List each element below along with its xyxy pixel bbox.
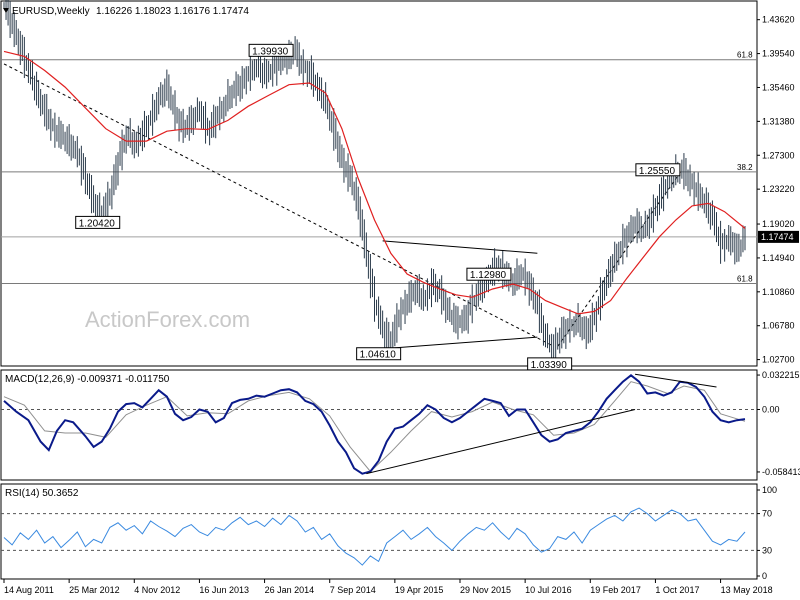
price-axis-label: 1.06780	[762, 321, 795, 331]
price-axis-label: 1.14940	[762, 253, 795, 263]
rsi-axis-label: 0	[762, 571, 767, 581]
x-axis-label: 1 Oct 2017	[655, 585, 699, 595]
price-axis-label: 1.19020	[762, 219, 795, 229]
fib-level-label: 61.8	[737, 51, 753, 60]
rsi-axis-label: 70	[762, 509, 772, 519]
x-axis-label: 16 Jun 2013	[199, 585, 249, 595]
fib-level-label: 61.8	[737, 275, 753, 284]
x-axis-label: 4 Nov 2012	[134, 585, 180, 595]
price-label-text: 1.12980	[470, 270, 507, 281]
eurusd-weekly-chart: ActionForex.com 61.8 38.2 61.8 1.39930 1.204…	[0, 0, 800, 600]
rsi-axis-label: 100	[762, 485, 777, 495]
price-label-text: 1.03390	[531, 360, 568, 371]
price-axis-label: 1.39540	[762, 49, 795, 59]
x-axis-label: 13 May 2018	[721, 585, 773, 595]
price-label-text: 1.39930	[252, 46, 289, 57]
x-axis-label: 14 Aug 2011	[4, 585, 54, 595]
chart-title: EURUSD,Weekly	[12, 6, 90, 17]
price-axis-label: 1.10860	[762, 287, 795, 297]
ohlc-header: 1.16226 1.18023 1.16176 1.17474	[96, 6, 249, 17]
price-axis-label: 1.43620	[762, 15, 795, 25]
price-label-text: 1.25550	[639, 166, 676, 177]
price-label-text: 1.04610	[360, 350, 397, 361]
price-axis-label: 1.02700	[762, 355, 795, 365]
x-axis-label: 10 Jul 2016	[525, 585, 572, 595]
x-axis-label: 7 Sep 2014	[330, 585, 376, 595]
x-axis-label: 29 Nov 2015	[460, 585, 511, 595]
watermark: ActionForex.com	[85, 307, 250, 332]
rsi-axis-label: 30	[762, 545, 772, 555]
price-axis-label: 1.23220	[762, 184, 795, 194]
price-label-text: 1.20420	[79, 218, 116, 229]
macd-axis-label: -0.058413	[762, 467, 800, 477]
x-axis-label: 26 Jan 2014	[265, 585, 315, 595]
x-axis-label: 19 Apr 2015	[395, 585, 444, 595]
macd-axis-label: 0.00	[762, 404, 780, 414]
rsi-label: RSI(14) 50.3652	[5, 488, 79, 499]
macd-label: MACD(12,26,9) -0.009371 -0.011750	[5, 374, 170, 385]
last-price-label: 1.17474	[761, 232, 794, 242]
price-axis-label: 1.31380	[762, 116, 795, 126]
macd-axis-label: 0.032215	[762, 370, 800, 380]
price-axis-label: 1.35460	[762, 82, 795, 92]
price-axis-label: 1.27300	[762, 150, 795, 160]
x-axis-label: 25 Mar 2012	[69, 585, 120, 595]
fib-level-label: 38.2	[737, 163, 753, 172]
x-axis-label: 19 Feb 2017	[590, 585, 641, 595]
